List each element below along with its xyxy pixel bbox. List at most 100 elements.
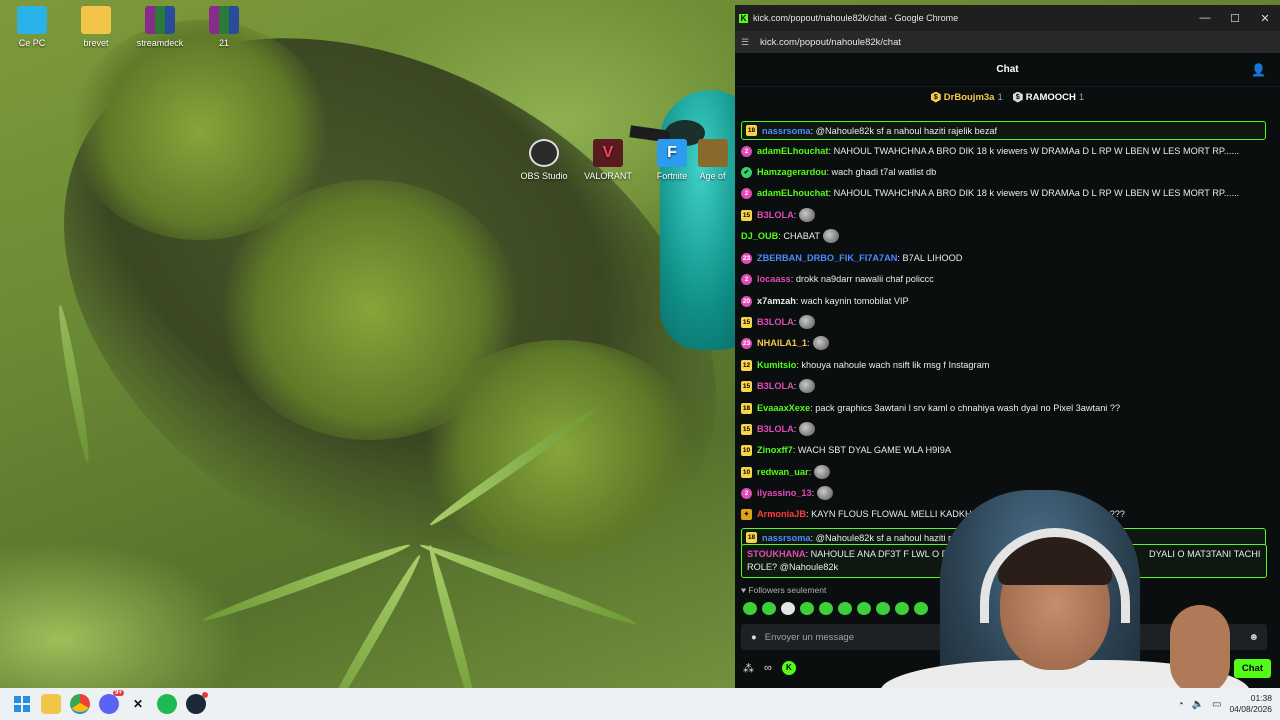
- emote-icon[interactable]: [838, 602, 852, 615]
- chat-badge-icon: 23: [741, 337, 752, 349]
- kick-points-icon[interactable]: ⁂: [743, 662, 754, 675]
- chat-username[interactable]: Kumitsio: [757, 360, 796, 370]
- kick-logo-icon[interactable]: K: [781, 661, 796, 675]
- chat-settings-dot-icon: ●: [751, 631, 757, 643]
- close-button[interactable]: ✕: [1250, 5, 1280, 31]
- minimize-button[interactable]: —: [1190, 5, 1220, 31]
- chat-username[interactable]: Zinoxff7: [757, 445, 793, 455]
- volume-icon[interactable]: 🔈: [1192, 699, 1204, 710]
- discord-icon[interactable]: 9+: [99, 690, 124, 714]
- emote-icon[interactable]: [799, 379, 816, 393]
- chat-username[interactable]: nassrsoma: [762, 533, 811, 543]
- emote-icon[interactable]: [799, 422, 816, 436]
- users-icon[interactable]: 👤: [1251, 63, 1266, 77]
- leaderboard-entry[interactable]: $ DrBoujm3a 1: [930, 91, 1003, 103]
- file-explorer-icon[interactable]: [41, 694, 61, 714]
- chat-badge-icon: 18: [746, 532, 757, 543]
- clock-time: 01:38: [1250, 693, 1272, 703]
- chat-username[interactable]: NHAILA1_1: [757, 338, 807, 348]
- emote-icon[interactable]: [812, 336, 829, 350]
- battery-icon[interactable]: ▭: [1212, 699, 1221, 710]
- infinity-icon[interactable]: ∞: [764, 662, 772, 674]
- chat-username[interactable]: STOUKHANA: [747, 549, 806, 559]
- chat-username[interactable]: nassrsoma: [762, 126, 811, 136]
- desktop-icon-age-of-empires[interactable]: Age of: [690, 139, 735, 181]
- emote-icon[interactable]: [781, 602, 795, 615]
- site-settings-icon[interactable]: ☰: [741, 37, 751, 48]
- chat-message-highlighted: 18 nassrsoma: @Nahoule82k sf a nahoul haz…: [741, 121, 1266, 140]
- chat-badge-icon: 2: [741, 187, 752, 199]
- chat-username[interactable]: ilyassino_13: [757, 488, 812, 498]
- chat-username[interactable]: adamELhouchat: [757, 146, 828, 156]
- desktop-icon-brevet[interactable]: brevet: [64, 6, 128, 48]
- chat-username[interactable]: redwan_uar: [757, 467, 809, 477]
- chat-username[interactable]: locaass: [757, 274, 791, 284]
- chat-username[interactable]: B3LOLA: [757, 424, 794, 434]
- chat-text: :: [808, 467, 812, 477]
- emote-icon[interactable]: [814, 465, 831, 479]
- emote-icon[interactable]: [743, 602, 757, 615]
- chat-username[interactable]: B3LOLA: [757, 317, 794, 327]
- fortnite-icon: F: [657, 139, 687, 167]
- desktop-icon-ce-pc[interactable]: Ce PC: [0, 6, 64, 48]
- chat-message: 18 EvaaaxXexe: pack graphics 3awtani l sr…: [741, 400, 1266, 416]
- emoji-picker-icon[interactable]: ☻: [1248, 632, 1259, 643]
- chat-badge-icon: 20: [741, 295, 752, 307]
- network-icon[interactable]: ◔: [1178, 699, 1184, 710]
- chat-username[interactable]: B3LOLA: [757, 210, 794, 220]
- leaderboard-name: RAMOOCH: [1025, 91, 1076, 103]
- chat-username[interactable]: B3LOLA: [757, 381, 794, 391]
- chat-username[interactable]: EvaaaxXexe: [757, 403, 810, 413]
- chat-message: 2 adamELhouchat: NAHOUL TWAHCHNA A BRO DI…: [741, 185, 1266, 201]
- gold-rank-icon: $: [930, 91, 941, 103]
- desktop-icon-streamdeck[interactable]: streamdeck: [128, 6, 192, 48]
- chat-username[interactable]: DJ_OUB: [741, 231, 778, 241]
- chat-message: 2 locaass: drokk na9darr nawalii chaf pol…: [741, 271, 1266, 287]
- spotify-icon[interactable]: [157, 694, 177, 714]
- emote-icon[interactable]: [799, 315, 816, 329]
- window-controls: — ☐ ✕: [1190, 5, 1280, 31]
- chat-text: : WACH SBT DYAL GAME WLA H9I9A: [792, 445, 952, 455]
- chat-title: Chat: [996, 64, 1019, 75]
- emote-icon[interactable]: [762, 602, 776, 615]
- clock[interactable]: 01:38 04/08/2026: [1229, 693, 1272, 715]
- chat-message: 15 B3LOLA:: [741, 314, 1266, 330]
- chat-badge-icon: 10: [741, 444, 752, 456]
- emote-icon[interactable]: [819, 602, 833, 615]
- chat-message: ✔ Hamzagerardou: wach ghadi t7al watlist …: [741, 164, 1266, 180]
- capcut-icon[interactable]: ✕: [128, 694, 148, 714]
- chrome-icon[interactable]: [70, 694, 90, 714]
- chat-message: 15 B3LOLA:: [741, 207, 1266, 223]
- emote-icon[interactable]: [822, 229, 839, 243]
- desktop-icon-21[interactable]: 21: [192, 6, 256, 48]
- windows-start-icon[interactable]: [12, 694, 32, 714]
- emote-icon[interactable]: [857, 602, 871, 615]
- chat-badge-icon: 2: [741, 273, 752, 285]
- chat-text: :: [807, 338, 810, 348]
- chat-message: 10 redwan_uar:: [741, 464, 1266, 480]
- chat-username[interactable]: x7amzah: [757, 296, 796, 306]
- maximize-button[interactable]: ☐: [1220, 5, 1250, 31]
- system-tray: ◔ 🔈 ▭ 01:38 04/08/2026: [1178, 693, 1280, 715]
- desktop-icon-valorant[interactable]: V VALORANT: [576, 139, 640, 181]
- emote-icon[interactable]: [800, 602, 814, 615]
- chat-text: : pack graphics 3awtani l srv kaml o chn…: [810, 403, 1121, 413]
- desktop-icon-obs-studio[interactable]: OBS Studio: [512, 139, 576, 181]
- window-titlebar: K kick.com/popout/nahoule82k/chat - Goog…: [735, 5, 1280, 31]
- steam-icon[interactable]: [186, 692, 208, 714]
- chat-username[interactable]: adamELhouchat: [757, 188, 828, 198]
- address-bar[interactable]: ☰ kick.com/popout/nahoule82k/chat: [735, 31, 1280, 53]
- kick-favicon-icon: K: [739, 13, 748, 23]
- leaderboard-entry[interactable]: $ RAMOOCH 1: [1012, 91, 1084, 103]
- discord-notification-badge: 9+: [113, 690, 124, 696]
- chat-username[interactable]: ZBERBAN_DRBO_FIK_FI7A7AN: [757, 253, 897, 263]
- heart-icon: ♥: [741, 585, 747, 595]
- chat-username[interactable]: Hamzagerardou: [757, 167, 826, 177]
- chat-username[interactable]: ArmoniaJB: [757, 509, 806, 519]
- folder-icon: [81, 6, 111, 34]
- chat-text: : drokk na9darr nawalii chaf policcc: [790, 274, 934, 284]
- emote-icon[interactable]: [799, 208, 816, 222]
- chat-text: : khouya nahoule wach nsift lik msg f In…: [796, 360, 990, 370]
- message-placeholder: Envoyer un message: [764, 631, 854, 643]
- emote-icon[interactable]: [817, 486, 834, 500]
